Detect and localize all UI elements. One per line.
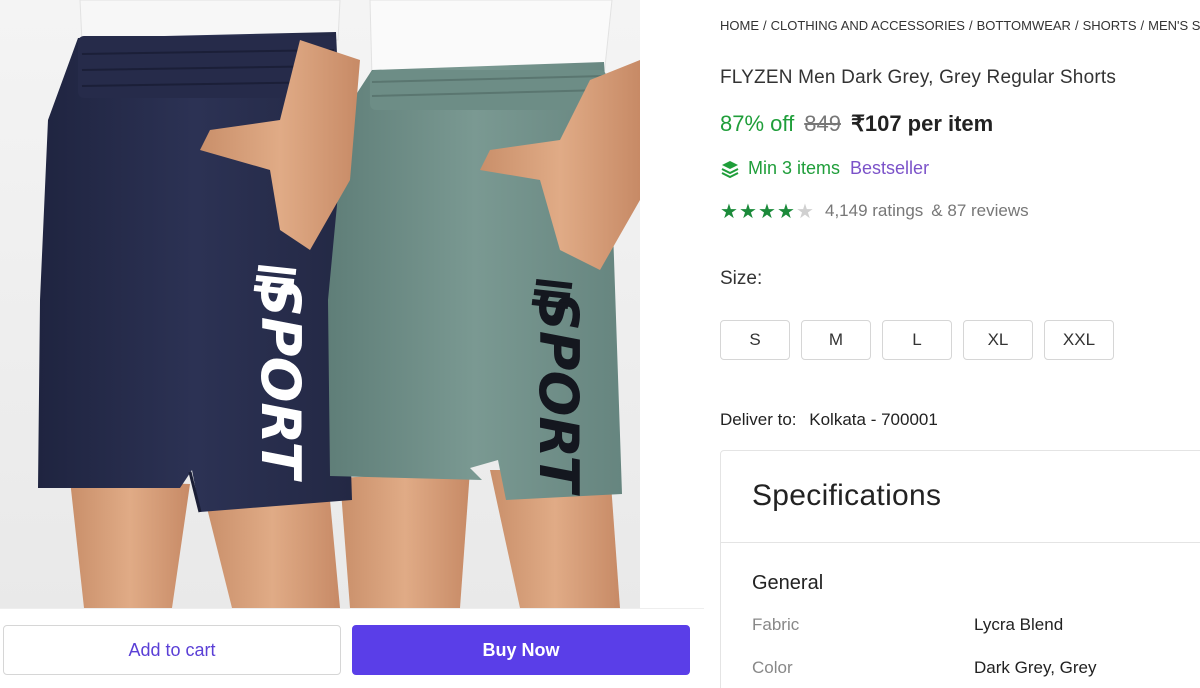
star-icon: ★ [739, 199, 757, 223]
specifications-card: Specifications General Fabric Lycra Blen… [720, 450, 1200, 688]
breadcrumb-item-bottomwear[interactable]: BOTTOMWEAR [977, 18, 1071, 33]
action-bar: Add to cart Buy Now [0, 608, 704, 688]
specifications-title: Specifications [752, 479, 942, 512]
product-image[interactable]: SPORT SPORT [0, 0, 640, 608]
product-title: FLYZEN Men Dark Grey, Grey Regular Short… [720, 67, 1117, 88]
layers-icon [720, 159, 740, 179]
spec-group-title: General [752, 572, 824, 594]
breadcrumb-separator: / [1074, 18, 1079, 33]
divider [721, 542, 1200, 543]
add-to-cart-button[interactable]: Add to cart [3, 625, 341, 675]
delivery-row[interactable]: Deliver to: Kolkata - 700001 [720, 410, 938, 430]
product-details: HOME / CLOTHING AND ACCESSORIES / BOTTOMWEAR… [720, 0, 1200, 688]
spec-value: Lycra Blend [974, 615, 1064, 634]
star-icon: ★ [758, 199, 776, 223]
min-items-text: Min 3 items [748, 158, 841, 178]
discount-percent: 87% off [720, 111, 795, 136]
ratings-count: 4,149 ratings [825, 201, 924, 220]
product-photo: SPORT SPORT [0, 0, 640, 608]
breadcrumb-item-shorts[interactable]: SHORTS [1083, 18, 1137, 33]
star-rating: ★ ★ ★ ★ ★ [720, 201, 815, 221]
size-option-l[interactable]: L [882, 320, 952, 360]
rating-row[interactable]: ★ ★ ★ ★ ★ 4,149 ratings & 87 reviews [720, 201, 1029, 221]
breadcrumb: HOME / CLOTHING AND ACCESSORIES / BOTTOMWEAR… [720, 18, 1200, 33]
deliver-to-label: Deliver to: [720, 410, 797, 429]
size-option-xxl[interactable]: XXL [1044, 320, 1114, 360]
original-price: 849 [804, 111, 841, 136]
price-unit: per item [907, 111, 994, 136]
size-option-m[interactable]: M [801, 320, 871, 360]
star-icon: ★ [777, 199, 795, 223]
size-selector: S M L XL XXL [720, 320, 1125, 360]
spec-value: Dark Grey, Grey [974, 658, 1097, 677]
buy-now-button[interactable]: Buy Now [352, 625, 690, 675]
bestseller-badge: Bestseller [850, 158, 930, 178]
breadcrumb-item-clothing[interactable]: CLOTHING AND ACCESSORIES [771, 18, 965, 33]
delivery-location: Kolkata - 700001 [809, 410, 938, 429]
breadcrumb-separator: / [1140, 18, 1145, 33]
spec-key: Fabric [752, 615, 800, 634]
star-icon: ★ [720, 199, 738, 223]
size-option-xl[interactable]: XL [963, 320, 1033, 360]
breadcrumb-item-home[interactable]: HOME [720, 18, 759, 33]
reviews-count: & 87 reviews [931, 201, 1029, 220]
sport-print-grey: SPORT [527, 292, 590, 497]
star-empty-icon: ★ [796, 199, 814, 223]
size-option-s[interactable]: S [720, 320, 790, 360]
size-label: Size: [720, 268, 763, 289]
breadcrumb-separator: / [763, 18, 767, 33]
spec-row: Fabric Lycra Blend [752, 615, 1200, 635]
spec-row: Color Dark Grey, Grey [752, 658, 1200, 678]
spec-key: Color [752, 658, 793, 677]
min-order-row: Min 3 items Bestseller [720, 158, 929, 179]
selling-price: ₹107 [850, 111, 902, 136]
price-row: 87% off 849 ₹107 per item [720, 111, 993, 137]
sport-print-navy: SPORT [249, 278, 312, 483]
breadcrumb-item-mens-shorts[interactable]: MEN'S SHORTS [1148, 18, 1200, 33]
breadcrumb-separator: / [968, 18, 973, 33]
